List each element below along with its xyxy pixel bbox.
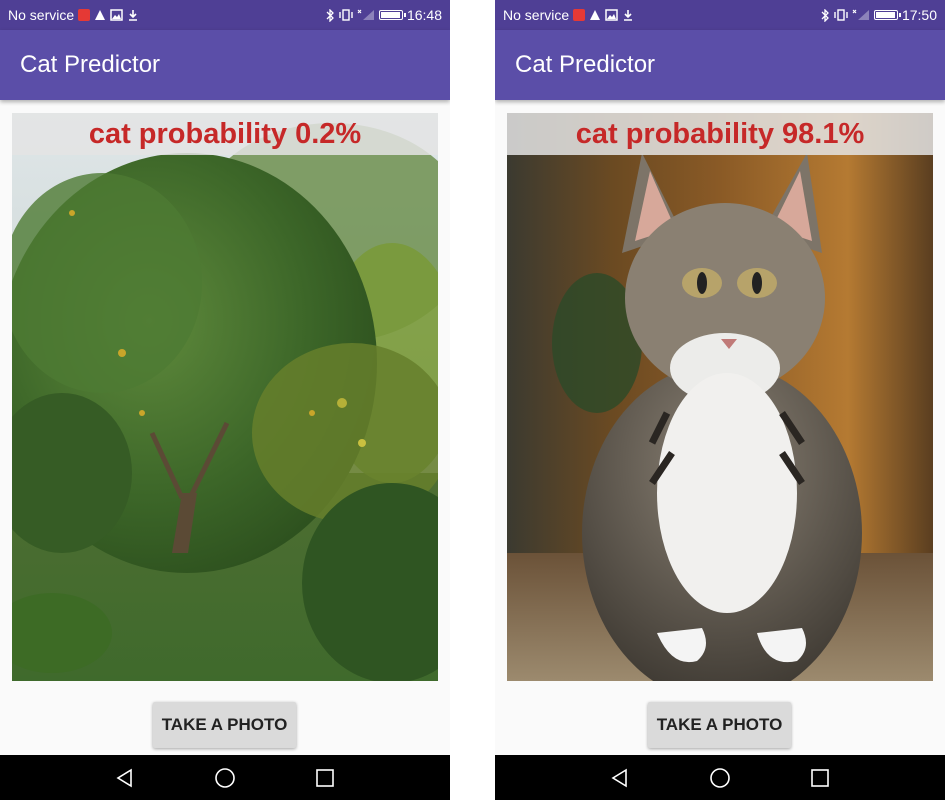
carrier-label: No service bbox=[503, 7, 570, 23]
notification-icon bbox=[573, 9, 586, 21]
recents-icon[interactable] bbox=[808, 766, 832, 790]
bluetooth-icon bbox=[821, 8, 829, 22]
no-signal-icon bbox=[357, 9, 374, 20]
image-icon bbox=[110, 9, 123, 21]
navigation-bar bbox=[0, 755, 450, 800]
probability-banner: cat probability 0.2% bbox=[12, 113, 438, 155]
back-icon[interactable] bbox=[113, 766, 137, 790]
kitten-photo: cat probability 98.1% bbox=[507, 113, 933, 681]
take-photo-button[interactable]: TAKE A PHOTO bbox=[648, 702, 791, 748]
no-signal-icon bbox=[852, 9, 869, 20]
cat-probability-label: cat probability 0.2% bbox=[88, 117, 362, 150]
app-title: Cat Predictor bbox=[515, 51, 656, 78]
home-icon[interactable] bbox=[708, 766, 732, 790]
download-icon bbox=[624, 10, 633, 21]
back-icon[interactable] bbox=[608, 766, 632, 790]
status-bar: No service 16:48 bbox=[0, 0, 450, 30]
tree-photo-image bbox=[12, 113, 438, 681]
warning-icon bbox=[590, 10, 601, 20]
warning-icon bbox=[95, 10, 106, 20]
clock: 17:50 bbox=[901, 7, 937, 23]
phone-screen-left: No service 16:48 Cat Predictor cat proba… bbox=[0, 0, 450, 800]
status-bar: No service 17:50 bbox=[495, 0, 945, 30]
navigation-bar bbox=[495, 755, 945, 800]
battery-icon bbox=[873, 10, 901, 20]
home-icon[interactable] bbox=[213, 766, 237, 790]
phone-screen-right: No service 17:50 Cat Predictor cat proba… bbox=[495, 0, 945, 800]
vibrate-icon bbox=[339, 9, 353, 21]
kitten-photo-image bbox=[507, 113, 933, 681]
cat-probability-label: cat probability 98.1% bbox=[575, 117, 865, 150]
notification-icon bbox=[78, 9, 91, 21]
bluetooth-icon bbox=[326, 8, 334, 22]
probability-banner: cat probability 98.1% bbox=[507, 113, 933, 155]
download-icon bbox=[129, 10, 138, 21]
recents-icon[interactable] bbox=[313, 766, 337, 790]
take-photo-button[interactable]: TAKE A PHOTO bbox=[153, 702, 296, 748]
vibrate-icon bbox=[834, 9, 848, 21]
clock: 16:48 bbox=[406, 7, 442, 23]
app-bar: Cat Predictor bbox=[0, 30, 450, 100]
app-bar: Cat Predictor bbox=[495, 30, 945, 100]
image-icon bbox=[605, 9, 618, 21]
carrier-label: No service bbox=[8, 7, 75, 23]
app-title: Cat Predictor bbox=[20, 51, 161, 78]
battery-icon bbox=[378, 10, 406, 20]
tree-photo: cat probability 0.2% bbox=[12, 113, 438, 681]
